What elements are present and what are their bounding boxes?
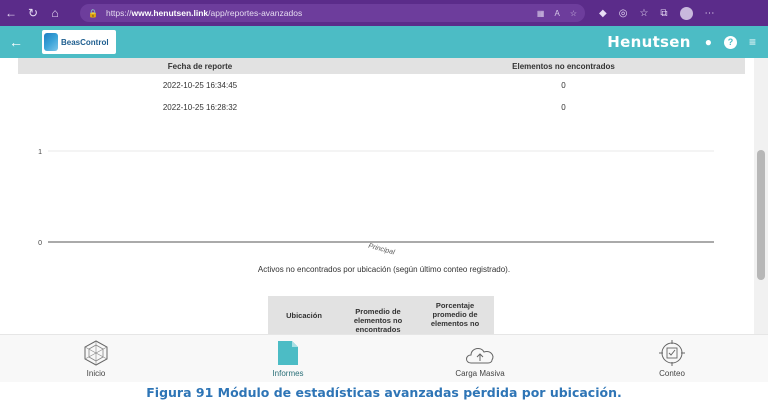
logo-text: BeasControl	[61, 37, 109, 47]
bottom-nav: Inicio Informes Carga Masiva Conteo	[0, 334, 768, 382]
nav-label: Conteo	[659, 369, 685, 378]
radar-chart-icon	[84, 340, 108, 366]
copilot-icon[interactable]: ◎	[619, 8, 628, 19]
more-icon[interactable]: ⋯	[705, 8, 715, 19]
nav-item-informes[interactable]: Informes	[192, 335, 384, 382]
count-target-icon	[659, 340, 685, 366]
browser-back-icon[interactable]: ←	[0, 6, 22, 20]
location-stats-table: Ubicación Promedio de elementos no encon…	[268, 296, 494, 334]
table-row: 2022-10-25 16:28:32 0	[18, 96, 745, 118]
location-loss-chart: 0 1 Principal	[0, 135, 768, 285]
report-table: Fecha de reporte Elementos no encontrado…	[18, 58, 745, 118]
missing-count-cell: 0	[561, 102, 566, 112]
document-icon	[278, 341, 298, 365]
company-logo: BeasControl	[42, 30, 116, 54]
logo-mark-icon	[44, 33, 58, 51]
favorite-icon[interactable]: ☆	[570, 9, 577, 18]
column-header-percentage: Porcentaje promedio de elementos no	[430, 301, 480, 328]
x-tick-label: Principal	[368, 243, 396, 257]
nav-label: Inicio	[86, 369, 106, 378]
chart-title: Activos no encontrados por ubicación (se…	[257, 265, 511, 274]
chart-canvas: 0 1 Principal	[38, 149, 714, 257]
report-date-cell: 2022-10-25 16:28:32	[162, 102, 238, 112]
address-bar[interactable]: 🔒 https:// www.henutsen.link /app/report…	[80, 4, 585, 22]
missing-count-cell: 0	[561, 80, 566, 90]
back-arrow-icon[interactable]: ←	[0, 34, 32, 50]
nav-item-inicio[interactable]: Inicio	[0, 335, 192, 382]
collections-icon[interactable]: ⧉	[660, 8, 667, 19]
url-host: www.henutsen.link	[131, 8, 209, 18]
report-date-cell: 2022-10-25 16:34:45	[162, 80, 238, 90]
app-header: ← BeasControl Henutsen ● ? ≡	[0, 26, 768, 58]
nav-item-carga-masiva[interactable]: Carga Masiva	[384, 335, 576, 382]
profile-avatar[interactable]	[679, 6, 693, 20]
nav-label: Carga Masiva	[455, 369, 505, 378]
figure-caption: Figura 91 Módulo de estadísticas avanzad…	[146, 385, 622, 400]
column-header-location: Ubicación	[286, 310, 322, 320]
browser-refresh-icon[interactable]: ↻	[22, 6, 44, 20]
brand-name: Henutsen	[607, 33, 691, 51]
browser-toolbar: ← ↻ ⌂ 🔒 https:// www.henutsen.link /app/…	[0, 0, 768, 26]
help-icon[interactable]: ?	[723, 35, 737, 49]
table-row: 2022-10-25 16:34:45 0	[18, 74, 745, 96]
column-header-average: Promedio de elementos no encontrados	[353, 307, 403, 334]
grid-icon[interactable]: ▦	[537, 9, 545, 18]
lock-icon: 🔒	[88, 8, 98, 18]
y-tick-label: 1	[38, 149, 42, 156]
nav-item-conteo[interactable]: Conteo	[576, 335, 768, 382]
url-path: /app/reportes-avanzados	[208, 8, 303, 18]
nav-label: Informes	[272, 369, 304, 378]
column-header-missing: Elementos no encontrados	[512, 61, 615, 71]
y-tick-label: 0	[38, 240, 42, 247]
column-header-date: Fecha de reporte	[167, 61, 233, 71]
favorites-icon[interactable]: ☆	[639, 8, 648, 19]
extension-icon[interactable]: ◆	[599, 8, 607, 19]
scrollbar-thumb[interactable]	[757, 150, 765, 280]
browser-home-icon[interactable]: ⌂	[44, 6, 66, 20]
cloud-upload-icon	[466, 347, 494, 364]
url-prefix: https://	[105, 8, 132, 18]
menu-icon[interactable]: ≡	[749, 35, 756, 49]
read-aloud-icon[interactable]: A	[554, 9, 559, 18]
user-icon[interactable]: ●	[705, 35, 712, 49]
table-header: Fecha de reporte Elementos no encontrado…	[18, 58, 745, 74]
